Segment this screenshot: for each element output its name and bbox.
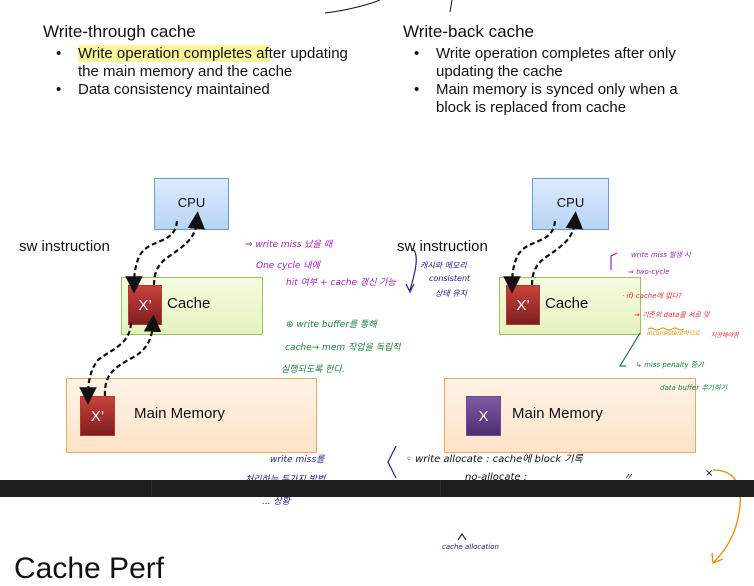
sw-instruction-label-right: sw instruction <box>397 238 488 255</box>
note-inconsistent: inconsistent하므로 <box>647 330 700 337</box>
write-back-bullet-1: Write operation completes after only upd… <box>408 45 708 81</box>
arrow-cpu-to-cache-left <box>125 220 179 294</box>
cpu-box-right: CPU <box>532 178 609 230</box>
note-if-not-in-cache: · if) cache에 없다? <box>622 292 682 300</box>
note-hit-update: hit 여부 + cache 갱신 가능 <box>286 278 396 288</box>
overlay-toolbar[interactable] <box>0 480 754 497</box>
note-cache-mem: cache→ mem 작업을 독립적 <box>285 343 401 353</box>
write-through-bullet-1: Write operation completes after updating… <box>50 45 370 81</box>
write-through-bullets: Write operation completes after updating… <box>50 45 370 99</box>
note-miss-penalty: ↳ miss penalty 증가 <box>636 361 704 369</box>
write-back-bullets: Write operation completes after only upd… <box>408 45 708 117</box>
note-execute: 실행되도록 한다. <box>281 365 345 375</box>
memory-label-left: Main Memory <box>134 405 225 422</box>
cache-block-right: X’ <box>506 285 540 325</box>
note-cache-memory: 캐시와 메모리 <box>420 261 467 270</box>
memory-block-right: X <box>466 396 501 436</box>
note-write-buffer: ⊕ write buffer를 통해 <box>286 320 377 330</box>
next-slide-title: Cache Perf <box>14 552 165 585</box>
note-two-cycle: ⇒ two-cycle <box>628 268 670 276</box>
write-back-bullet-2: Main memory is synced only when a block … <box>408 81 708 117</box>
note-write-miss-bottom: write miss를 <box>270 455 325 465</box>
note-data-buffer: data buffer 추가하기 <box>660 384 728 392</box>
note-write-allocate: ◦ write allocate : cache에 block 기록 <box>406 454 583 465</box>
memory-block-left: X’ <box>80 396 115 436</box>
memory-label-right: Main Memory <box>512 405 603 422</box>
cache-label-right: Cache <box>545 295 589 312</box>
arrow-cpu-to-cache-right <box>503 220 557 294</box>
note-cache-allocation: cache allocation <box>442 543 499 551</box>
note-existing-data: ⇒ 기존의 data를 서로 맞 <box>634 311 710 319</box>
highlighted-text: Write operation completes af <box>78 45 269 62</box>
cpu-label: CPU <box>177 195 206 210</box>
note-state-keep: 상태 유지 <box>435 289 467 298</box>
note-one-cycle: One cycle 내에 <box>256 261 320 271</box>
cpu-label: CPU <box>556 195 585 210</box>
note-right-write-miss: write miss 발생 시 <box>631 251 691 259</box>
note-consistent: consistent <box>429 274 471 283</box>
write-back-heading: Write-back cache <box>403 22 535 41</box>
write-through-bullet-2: Data consistency maintained <box>50 81 370 99</box>
write-through-heading: Write-through cache <box>43 22 196 41</box>
cache-label-left: Cache <box>167 295 211 312</box>
cpu-box-left: CPU <box>154 178 229 230</box>
note-cross: × <box>705 468 714 479</box>
sw-instruction-label-left: sw instruction <box>19 238 110 255</box>
note-write-miss: ⇒ write miss 났을 때 <box>245 240 333 250</box>
cache-block-left: X’ <box>128 285 162 325</box>
note-should-save: 저장해야함 <box>711 332 739 339</box>
